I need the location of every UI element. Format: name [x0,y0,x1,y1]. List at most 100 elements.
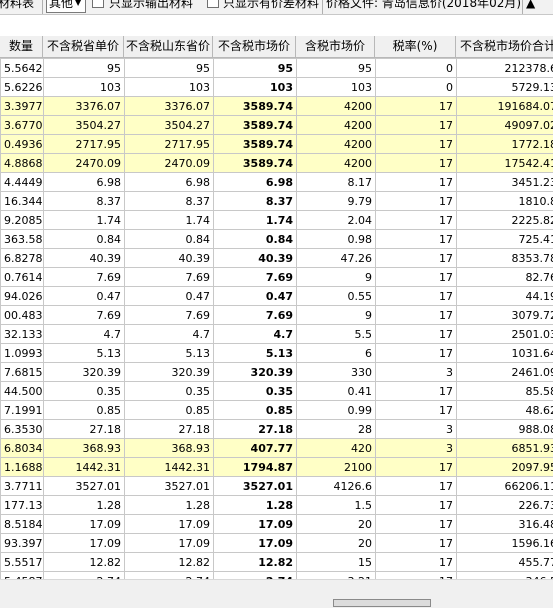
table-cell[interactable]: 00.4832 [1,306,44,325]
output-materials-checkbox[interactable] [92,0,104,8]
table-cell[interactable]: 6.80343 [1,439,44,458]
table-cell[interactable]: 12.82 [214,553,297,572]
table-cell[interactable]: 9.79 [297,192,376,211]
table-cell[interactable]: 1.74 [125,211,214,230]
table-cell[interactable]: 407.77 [214,439,297,458]
table-cell[interactable]: 2.74 [125,572,214,580]
table-cell[interactable]: 212378.6 [457,59,553,78]
table-cell[interactable]: 368.93 [125,439,214,458]
table-cell[interactable]: 0.85 [125,401,214,420]
table-row[interactable]: 7.68155320.39320.39320.3933032461.09 [1,363,553,382]
table-cell[interactable]: 368.93 [44,439,125,458]
table-cell[interactable]: 17 [376,553,457,572]
table-cell[interactable]: 1794.87 [214,458,297,477]
table-row[interactable]: 5.5517812.8212.8212.821517455.77 [1,553,553,572]
table-cell[interactable]: 0.84 [214,230,297,249]
table-cell[interactable]: 103 [125,78,214,97]
table-cell[interactable]: 420 [297,439,376,458]
table-cell[interactable]: 5729.13 [457,78,553,97]
table-cell[interactable]: 95 [214,59,297,78]
table-cell[interactable]: 2.04 [297,211,376,230]
table-cell[interactable]: 3589.74 [214,97,297,116]
table-cell[interactable]: 3.21 [297,572,376,580]
table-cell[interactable]: 4.7 [214,325,297,344]
table-cell[interactable]: 4.7 [125,325,214,344]
table-row[interactable]: 0.493682717.952717.953589.744200171772.1… [1,135,553,154]
table-cell[interactable]: 7.69 [214,268,297,287]
table-cell[interactable]: 6.98 [44,173,125,192]
table-row[interactable]: 5.56423959595950212378.6 [1,59,553,78]
table-cell[interactable]: 6 [297,344,376,363]
table-cell[interactable]: 3376.07 [44,97,125,116]
table-row[interactable]: 3.397763376.073376.073589.74420017191684… [1,97,553,116]
table-cell[interactable]: 17.09 [44,534,125,553]
table-cell[interactable]: 95 [44,59,125,78]
table-cell[interactable]: 9 [297,268,376,287]
table-cell[interactable]: 0.98 [297,230,376,249]
table-row[interactable]: 32.13334.74.74.75.5172501.03 [1,325,553,344]
table-cell[interactable]: 27.18 [125,420,214,439]
table-cell[interactable]: 8.37 [214,192,297,211]
table-cell[interactable]: 17 [376,268,457,287]
table-cell[interactable]: 28 [297,420,376,439]
table-cell[interactable]: 0.76146 [1,268,44,287]
table-cell[interactable]: 7.69 [44,306,125,325]
material-table-tab[interactable]: 材料表 [0,0,34,8]
table-cell[interactable]: 5.56423 [1,59,44,78]
table-cell[interactable]: 2097.95 [457,458,553,477]
table-cell[interactable]: 5.5 [297,325,376,344]
table-cell[interactable]: 17 [376,97,457,116]
table-cell[interactable]: 1442.31 [44,458,125,477]
table-cell[interactable]: 6.98 [214,173,297,192]
table-cell[interactable]: 320.39 [214,363,297,382]
table-cell[interactable]: 1.16886 [1,458,44,477]
table-cell[interactable]: 6.98 [125,173,214,192]
table-cell[interactable]: 8.17 [297,173,376,192]
table-cell[interactable]: 2470.09 [125,154,214,173]
table-cell[interactable]: 3504.27 [44,116,125,135]
table-cell[interactable]: 17542.41 [457,154,553,173]
table-cell[interactable]: 17 [376,154,457,173]
table-cell[interactable]: 7.69 [44,268,125,287]
table-cell[interactable]: 988.08 [457,420,553,439]
table-cell[interactable]: 2717.95 [44,135,125,154]
table-cell[interactable]: 17 [376,306,457,325]
col-header-market-total[interactable]: 不含税市场价合计 [456,36,553,57]
table-cell[interactable]: 17.09 [44,515,125,534]
table-cell[interactable]: 0.35 [214,382,297,401]
table-row[interactable]: 8.5184517.0917.0917.092017316.48 [1,515,553,534]
table-row[interactable]: 4.886822470.092470.093589.7442001717542.… [1,154,553,173]
table-cell[interactable]: 17 [376,534,457,553]
table-cell[interactable]: 17 [376,135,457,154]
table-cell[interactable]: 363.587 [1,230,44,249]
table-cell[interactable]: 82.76 [457,268,553,287]
table-cell[interactable]: 4.7 [44,325,125,344]
table-cell[interactable]: 17 [376,325,457,344]
table-cell[interactable]: 17 [376,192,457,211]
table-row[interactable]: 16.34458.378.378.379.79171810.8 [1,192,553,211]
col-header-tax-rate[interactable]: 税率(%) [375,36,456,57]
table-row[interactable]: 00.48327.697.697.699173079.72 [1,306,553,325]
table-cell[interactable]: 103 [44,78,125,97]
table-cell[interactable]: 1.28 [214,496,297,515]
table-cell[interactable]: 4200 [297,97,376,116]
table-cell[interactable]: 2470.09 [44,154,125,173]
table-cell[interactable]: 2.74 [214,572,297,580]
table-cell[interactable]: 5.13 [125,344,214,363]
table-cell[interactable]: 3 [376,439,457,458]
table-cell[interactable]: 5.13 [214,344,297,363]
table-cell[interactable]: 3.67704 [1,116,44,135]
table-cell[interactable]: 17.09 [125,534,214,553]
table-cell[interactable]: 0.35 [44,382,125,401]
table-cell[interactable]: 4.88682 [1,154,44,173]
table-cell[interactable]: 1.28 [44,496,125,515]
table-cell[interactable]: 95 [297,59,376,78]
table-cell[interactable]: 3589.74 [214,135,297,154]
table-cell[interactable]: 5.13 [44,344,125,363]
table-cell[interactable]: 1.74 [44,211,125,230]
table-cell[interactable]: 1442.31 [125,458,214,477]
table-cell[interactable]: 103 [214,78,297,97]
table-cell[interactable]: 5.55178 [1,553,44,572]
table-cell[interactable]: 3 [376,420,457,439]
table-cell[interactable]: 7.69 [125,268,214,287]
